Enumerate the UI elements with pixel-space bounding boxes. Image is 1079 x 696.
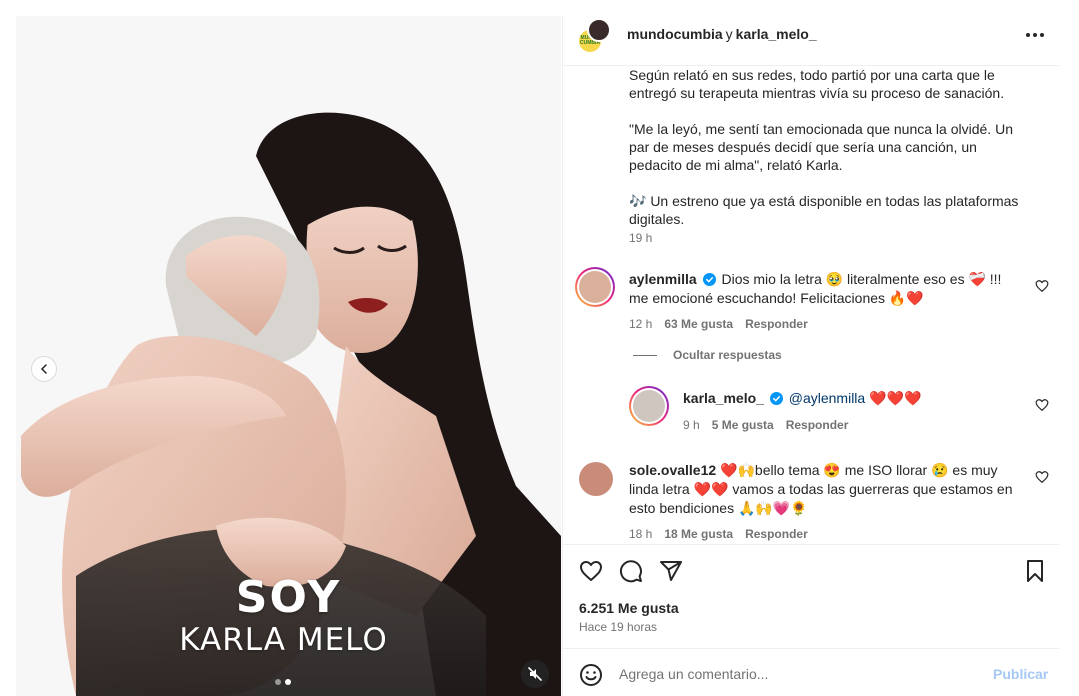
verified-badge-icon — [769, 392, 783, 405]
author-link-secondary[interactable]: karla_melo_ — [736, 26, 817, 42]
previous-slide-button[interactable] — [31, 356, 57, 382]
reply-text: ❤️❤️❤️ — [865, 390, 922, 406]
comment-body: aylenmilla Dios mio la letra 🥹 literalme… — [629, 270, 1019, 308]
publish-button[interactable]: Publicar — [993, 666, 1048, 682]
comment-time[interactable]: 18 h — [629, 527, 652, 541]
carousel-indicator — [275, 679, 291, 685]
carousel-dot-active — [285, 679, 291, 685]
comment-avatar[interactable] — [575, 267, 615, 307]
reply-likes[interactable]: 5 Me gusta — [712, 418, 774, 432]
comment-username[interactable]: aylenmilla — [629, 271, 697, 287]
like-comment-heart-icon[interactable] — [1035, 398, 1049, 412]
comment-meta: 18 h 18 Me gusta Responder — [629, 527, 808, 541]
reply-username[interactable]: karla_melo_ — [683, 390, 764, 406]
carousel-dot — [275, 679, 281, 685]
collab-avatars[interactable]: MUNDO CUMBIA — [577, 18, 613, 54]
post-authors: mundocumbia y karla_melo_ — [627, 26, 817, 42]
likes-count[interactable]: 6.251 Me gusta — [579, 600, 679, 616]
emoji-smiley-icon[interactable] — [579, 663, 603, 687]
reply-time[interactable]: 9 h — [683, 418, 700, 432]
verified-badge-icon — [702, 273, 716, 286]
comment-composer: Publicar — [563, 648, 1059, 696]
share-paper-plane-icon[interactable] — [659, 559, 683, 583]
reply-avatar[interactable] — [629, 386, 669, 426]
overlay-subtitle: KARLA MELO — [179, 622, 388, 658]
post-header: MUNDO CUMBIA mundocumbiaykarla_melo_ — [563, 16, 1059, 66]
author-joiner: y — [725, 26, 733, 42]
post-side-panel: MUNDO CUMBIA mundocumbiaykarla_melo_ Seg… — [562, 16, 1059, 696]
save-bookmark-icon[interactable] — [1023, 559, 1047, 583]
caption-paragraph: 🎶 Un estreno que ya está disponible en t… — [629, 193, 1023, 227]
hide-replies-label: Ocultar respuestas — [673, 348, 782, 362]
chevron-left-icon — [40, 364, 47, 374]
avatar-karla-melo[interactable] — [587, 18, 611, 42]
mute-toggle-button[interactable] — [521, 660, 549, 688]
overlay-title: SOY — [235, 572, 342, 623]
like-comment-heart-icon[interactable] — [1035, 279, 1049, 293]
reply-meta: 9 h 5 Me gusta Responder — [683, 418, 848, 432]
comment-time[interactable]: 12 h — [629, 317, 652, 331]
comment-avatar[interactable] — [579, 462, 613, 496]
reply-button[interactable]: Responder — [745, 527, 808, 541]
reply-body: karla_melo_ @aylenmilla ❤️❤️❤️ — [683, 389, 1013, 408]
comment-bubble-icon[interactable] — [619, 559, 643, 583]
hide-replies-toggle[interactable]: Ocultar respuestas — [633, 348, 782, 362]
author-link-primary[interactable]: mundocumbia — [627, 26, 723, 42]
like-comment-heart-icon[interactable] — [1035, 470, 1049, 484]
post-caption: Según relató en sus redes, todo partió p… — [629, 66, 1029, 228]
comment-likes[interactable]: 63 Me gusta — [664, 317, 733, 331]
post-media[interactable]: SOY KARLA MELO — [16, 16, 561, 696]
reply-mention[interactable]: @aylenmilla — [789, 390, 865, 406]
comment-meta: 12 h 63 Me gusta Responder — [629, 317, 808, 331]
comment-username[interactable]: sole.ovalle12 — [629, 462, 716, 478]
caption-paragraph: Según relató en sus redes, todo partió p… — [629, 67, 1005, 101]
comments-scroll-area[interactable]: Según relató en sus redes, todo partió p… — [563, 66, 1059, 544]
comment-body: sole.ovalle12 ❤️🙌bello tema 😍 me ISO llo… — [629, 461, 1019, 518]
post-time-ago[interactable]: Hace 19 horas — [579, 620, 657, 634]
divider-line — [633, 354, 657, 356]
caption-paragraph: "Me la leyó, me sentí tan emocionada que… — [629, 121, 1017, 173]
speaker-muted-icon — [528, 667, 542, 681]
reply-button[interactable]: Responder — [745, 317, 808, 331]
post-actions: 6.251 Me gusta Hace 19 horas — [563, 544, 1059, 648]
like-heart-icon[interactable] — [579, 559, 603, 583]
more-options-button[interactable] — [1023, 25, 1047, 45]
comment-input[interactable] — [619, 659, 979, 689]
caption-timestamp[interactable]: 19 h — [629, 231, 652, 245]
instagram-post-view: SOY KARLA MELO MUNDO CUMBIA mundocumbiay… — [0, 0, 1079, 696]
reply-button[interactable]: Responder — [786, 418, 849, 432]
comment-likes[interactable]: 18 Me gusta — [664, 527, 733, 541]
more-horizontal-icon — [1026, 33, 1044, 37]
